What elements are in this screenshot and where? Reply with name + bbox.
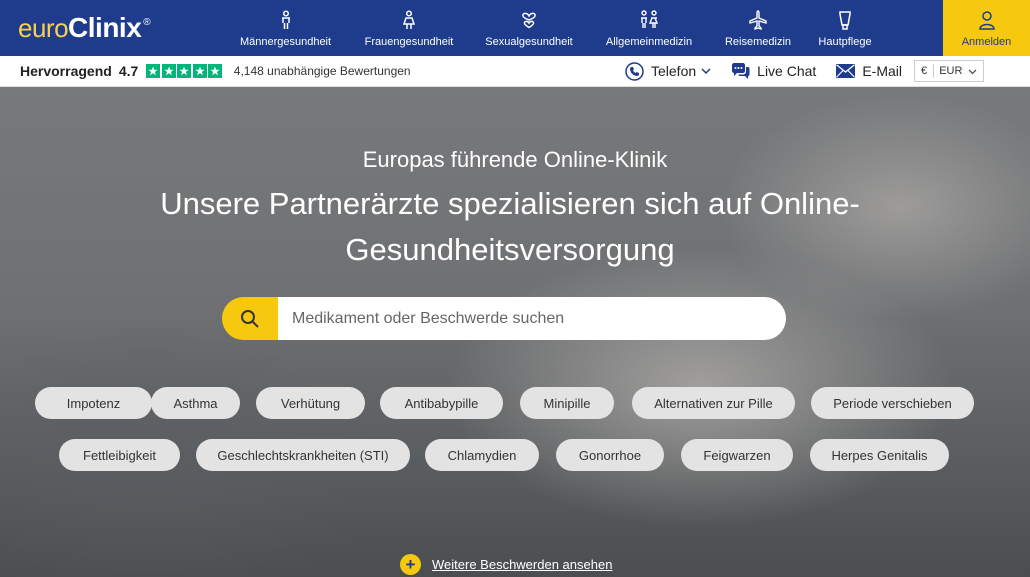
chat-bubbles-icon xyxy=(732,62,750,79)
nav-item-hautpflege[interactable]: Hautpflege xyxy=(801,0,889,56)
family-icon xyxy=(641,10,659,28)
rating-stars xyxy=(146,64,224,78)
envelope-icon xyxy=(836,64,856,78)
live-chat-label: Live Chat xyxy=(757,63,817,79)
chip-minipille[interactable]: Minipille xyxy=(520,387,614,419)
chip-impotenz[interactable]: Impotenz xyxy=(35,387,152,419)
chip-periode-verschieben[interactable]: Periode verschieben xyxy=(811,387,974,419)
currency-selector[interactable]: € EUR xyxy=(913,60,984,82)
chevron-down-icon xyxy=(968,69,977,74)
star-icon xyxy=(177,64,192,78)
nav-item-allgemeinmedizin[interactable]: Allgemeinmedizin xyxy=(583,0,715,56)
top-navigation-bar: euro Clinix ® Männergesundheit Frauenges… xyxy=(0,0,1030,56)
plus-icon: + xyxy=(400,554,421,575)
chip-chlamydien[interactable]: Chlamydien xyxy=(425,439,539,471)
nav-item-maennergesundheit[interactable]: Männergesundheit xyxy=(228,0,343,56)
hero-subtitle: Europas führende Online-Klinik xyxy=(362,147,668,172)
phone-icon xyxy=(625,61,644,81)
currency-code: EUR xyxy=(939,65,963,77)
rating-contact-bar: Hervorragend 4.7 4,148 unabhängige Bewer… xyxy=(0,56,1030,87)
contact-options: Telefon Live Chat E-Mail € EUR xyxy=(625,56,984,86)
nav-item-label: Hautpflege xyxy=(818,36,872,48)
search-input[interactable] xyxy=(278,297,786,340)
more-conditions-link[interactable]: + Weitere Beschwerden ansehen xyxy=(400,554,612,575)
review-count: 4,148 unabhängige Bewertungen xyxy=(233,64,411,78)
chip-herpes-genitalis[interactable]: Herpes Genitalis xyxy=(810,439,949,471)
login-button[interactable]: Anmelden xyxy=(943,0,1030,56)
search-button[interactable] xyxy=(222,297,278,340)
nav-item-label: Sexualgesundheit xyxy=(485,36,573,48)
currency-symbol: € xyxy=(920,65,928,77)
star-icon xyxy=(192,64,207,78)
airplane-icon xyxy=(749,10,767,30)
chip-asthma[interactable]: Asthma xyxy=(151,387,240,419)
male-icon xyxy=(281,10,290,29)
chip-alternativen-zur-pille[interactable]: Alternativen zur Pille xyxy=(632,387,795,419)
chip-antibabypille[interactable]: Antibabypille xyxy=(380,387,503,419)
rating-score: 4.7 xyxy=(118,63,139,79)
login-label: Anmelden xyxy=(961,36,1012,48)
nav-item-label: Reisemedizin xyxy=(724,36,792,48)
chip-feigwarzen[interactable]: Feigwarzen xyxy=(681,439,793,471)
nav-item-label: Frauengesundheit xyxy=(364,36,454,48)
rating-label: Hervorragend xyxy=(20,63,112,79)
nav-item-label: Allgemeinmedizin xyxy=(605,36,693,48)
hero-section: Europas führende Online-Klinik Unsere Pa… xyxy=(0,87,1030,577)
chevron-down-icon xyxy=(701,68,711,75)
email-button[interactable]: E-Mail xyxy=(836,63,902,79)
nav-item-reisemedizin[interactable]: Reisemedizin xyxy=(715,0,801,56)
euroclinix-logo[interactable]: euro Clinix ® xyxy=(0,0,228,56)
hero-title: Unsere Partnerärzte spezialisieren sich … xyxy=(160,186,860,267)
main-nav: Männergesundheit Frauengesundheit Sexual… xyxy=(228,0,943,56)
logo-text-clinix: Clinix xyxy=(68,12,142,43)
star-icon xyxy=(146,64,161,78)
female-icon xyxy=(402,10,416,29)
nav-item-sexualgesundheit[interactable]: Sexualgesundheit xyxy=(475,0,583,56)
logo-registered-mark: ® xyxy=(143,16,151,28)
user-icon xyxy=(978,11,995,30)
hearts-icon xyxy=(522,12,536,29)
star-icon xyxy=(208,64,223,78)
currency-divider xyxy=(932,64,934,78)
more-conditions-label: Weitere Beschwerden ansehen xyxy=(432,557,613,572)
live-chat-button[interactable]: Live Chat xyxy=(731,62,817,80)
search-bar xyxy=(222,297,786,340)
nav-item-label: Männergesundheit xyxy=(239,36,332,48)
phone-dropdown[interactable]: Telefon xyxy=(625,61,711,81)
logo-text-euro: euro xyxy=(18,12,69,43)
phone-label: Telefon xyxy=(651,63,697,79)
cream-tube-icon xyxy=(839,11,851,30)
chip-gonorrhoe[interactable]: Gonorrhoe xyxy=(556,439,664,471)
trustpilot-rating[interactable]: Hervorragend 4.7 4,148 unabhängige Bewer… xyxy=(0,63,411,79)
nav-item-frauengesundheit[interactable]: Frauengesundheit xyxy=(343,0,475,56)
chip-fettleibigkeit[interactable]: Fettleibigkeit xyxy=(59,439,180,471)
star-icon xyxy=(161,64,176,78)
search-icon xyxy=(241,309,259,328)
chip-geschlechtskrankheiten[interactable]: Geschlechtskrankheiten (STI) xyxy=(196,439,410,471)
chip-verhuetung[interactable]: Verhütung xyxy=(256,387,365,419)
email-label: E-Mail xyxy=(862,63,902,79)
